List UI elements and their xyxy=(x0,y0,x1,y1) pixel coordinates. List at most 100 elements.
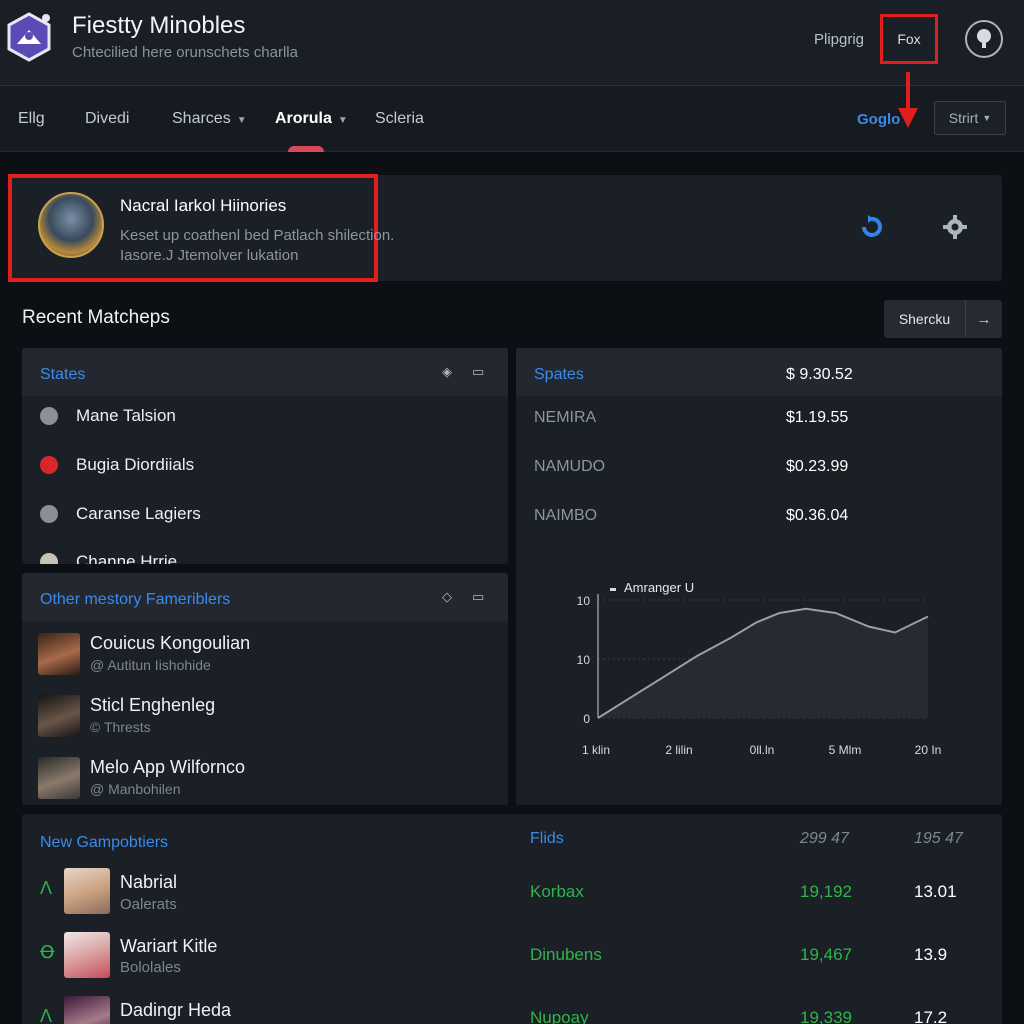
family-panel: Other mestory Fameriblers ◇ ▭ Couicus Ko… xyxy=(22,573,508,805)
section-action-button[interactable]: Shercku → xyxy=(884,300,1002,338)
nav-item-ellg[interactable]: Ellg xyxy=(18,110,45,128)
tag-icon[interactable]: ▭ xyxy=(472,364,488,380)
x-tick-label: 20 In xyxy=(915,743,942,757)
row-col3: 13.9 xyxy=(914,945,948,964)
status-dot-icon xyxy=(40,553,58,564)
row-value: $1.19.55 xyxy=(786,409,849,426)
lightbulb-icon[interactable] xyxy=(965,20,1003,58)
status-icon: Ꝋ xyxy=(40,942,55,962)
row-col2: 19,339 xyxy=(800,1008,852,1024)
row-label: NEMIRA xyxy=(534,409,597,426)
diamond-icon[interactable]: ◇ xyxy=(442,589,458,605)
x-tick-label: 0ll.ln xyxy=(750,743,775,757)
nav-item-scleria[interactable]: Scleria xyxy=(375,110,424,128)
legend-label: Amranger U xyxy=(624,580,694,595)
diamond-icon[interactable]: ◈ xyxy=(442,364,458,380)
app-title: Fiestty Minobles xyxy=(72,12,246,39)
profile-name: Nacral Iarkol Hiinories xyxy=(120,196,287,215)
header-link[interactable]: Plipgrig xyxy=(814,31,864,48)
nav-item-divedi[interactable]: Divedi xyxy=(85,110,129,128)
column-header: 299 47 xyxy=(800,830,849,847)
column-header: Flids xyxy=(530,830,564,847)
list-item[interactable]: Mane Talsion xyxy=(40,406,176,426)
column-header: 195 47 xyxy=(914,830,963,847)
list-item-sub: @ Manbohilen xyxy=(90,781,181,797)
gear-icon[interactable] xyxy=(942,214,968,240)
status-dot-icon xyxy=(40,505,58,523)
total-value: $ 9.30.52 xyxy=(786,366,853,383)
section-action-label: Shercku xyxy=(884,300,966,338)
panel-title: Other mestory Fameriblers xyxy=(40,591,231,608)
spates-panel: Spates $ 9.30.52 NEMIRA $1.19.55 NAMUDO … xyxy=(516,348,1002,805)
panel-title: Spates xyxy=(534,366,584,383)
row-col2: 19,192 xyxy=(800,882,852,901)
row-col2: 19,467 xyxy=(800,945,852,964)
panel-header: States ◈ ▭ xyxy=(22,348,508,396)
panel-header: Spates $ 9.30.52 xyxy=(516,348,1002,396)
list-item-sub: © Thrests xyxy=(90,719,151,735)
y-tick-label: 10 xyxy=(577,594,591,608)
y-tick-label: 0 xyxy=(583,712,590,726)
nav-item-sharces[interactable]: Sharces ▼ xyxy=(172,110,247,128)
row-value: $0.23.99 xyxy=(786,458,849,475)
list-item-name: Melo App Wilfornco xyxy=(90,757,246,777)
row-col3: 17.2 xyxy=(914,1008,948,1024)
avatar xyxy=(64,996,110,1024)
y-tick-label: 10 xyxy=(577,653,591,667)
avatar xyxy=(38,695,80,737)
row-name: Wariart Kitle xyxy=(120,936,218,956)
row-sub: Oalerats xyxy=(120,896,177,913)
nav-item-arorula[interactable]: Arorula ▼ xyxy=(275,110,348,128)
app-header: Fiestty Minobles Chtecilied here orunsch… xyxy=(0,0,1024,86)
shield-logo-icon[interactable] xyxy=(6,12,52,62)
list-item-name: Couicus Kongoulian xyxy=(90,633,251,653)
tag-icon[interactable]: ▭ xyxy=(472,589,488,605)
list-item-name: Sticl Enghenleg xyxy=(90,695,216,715)
row-col3: 13.01 xyxy=(914,882,957,901)
profile-desc-line-1: Keset up coathenl bed Patlach shilection… xyxy=(120,227,395,244)
main-nav: Ellg Divedi Sharces ▼ Arorula ▼ Scleria Go… xyxy=(0,86,1024,152)
app-subtitle: Chtecilied here orunschets charlla xyxy=(72,44,298,61)
avatar xyxy=(38,757,80,799)
line-chart: 10 10 0 1 klin 2 lilin 0ll.ln 5 Mlm 20 In Amrang… xyxy=(577,580,942,757)
panel-title: States xyxy=(40,366,86,383)
nav-right-link[interactable]: Goglo xyxy=(857,111,900,128)
status-icon: Λ xyxy=(40,878,53,898)
avatar xyxy=(38,633,80,675)
series-area xyxy=(598,608,928,718)
list-item-sub: @ Autitun Iishohide xyxy=(90,657,211,673)
profile-desc-line-2: Iasore.J Jtemolver lukation xyxy=(120,247,299,264)
annotation-arrow-icon xyxy=(898,72,918,128)
avatar xyxy=(64,932,110,978)
nav-select[interactable]: Strirt ▼ xyxy=(934,101,1006,135)
row-label: NAMUDO xyxy=(534,458,606,475)
status-dot-icon xyxy=(40,407,58,425)
avatar xyxy=(64,868,110,914)
row-name: Dadingr Heda xyxy=(120,1000,232,1020)
section-title: Recent Matcheps xyxy=(22,307,170,328)
chevron-down-icon: ▼ xyxy=(337,115,348,126)
list-item[interactable]: Bugia Diordiials xyxy=(40,455,194,475)
row-label: NAIMBO xyxy=(534,507,598,524)
status-icon: Λ xyxy=(40,1006,53,1024)
header-button[interactable]: Fox xyxy=(880,14,938,64)
list-item[interactable]: Caranse Lagiers xyxy=(40,504,201,524)
row-name: Nabrial xyxy=(120,872,178,892)
avatar[interactable] xyxy=(38,192,104,258)
panel-header: Other mestory Fameriblers ◇ ▭ xyxy=(22,573,508,621)
x-tick-label: 5 Mlm xyxy=(829,743,862,757)
x-tick-label: 2 lilin xyxy=(665,743,692,757)
profile-description: Keset up coathenl bed Patlach shilection… xyxy=(120,226,394,266)
chevron-down-icon: ▼ xyxy=(236,115,247,126)
row-sub: Bololales xyxy=(120,959,181,976)
list-item-label: Mane Talsion xyxy=(76,406,176,425)
arrow-right-icon: → xyxy=(976,310,992,328)
panel-title: New Gampobtiers xyxy=(40,834,169,851)
active-tab-indicator xyxy=(288,146,324,152)
row-value: $0.36.04 xyxy=(786,507,849,524)
status-dot-icon xyxy=(40,456,58,474)
list-item[interactable]: Channe Hrrie xyxy=(40,552,177,564)
row-col1: Nupoay xyxy=(530,1008,589,1024)
refresh-icon[interactable] xyxy=(858,214,884,240)
row-col1: Korbax xyxy=(530,882,584,901)
